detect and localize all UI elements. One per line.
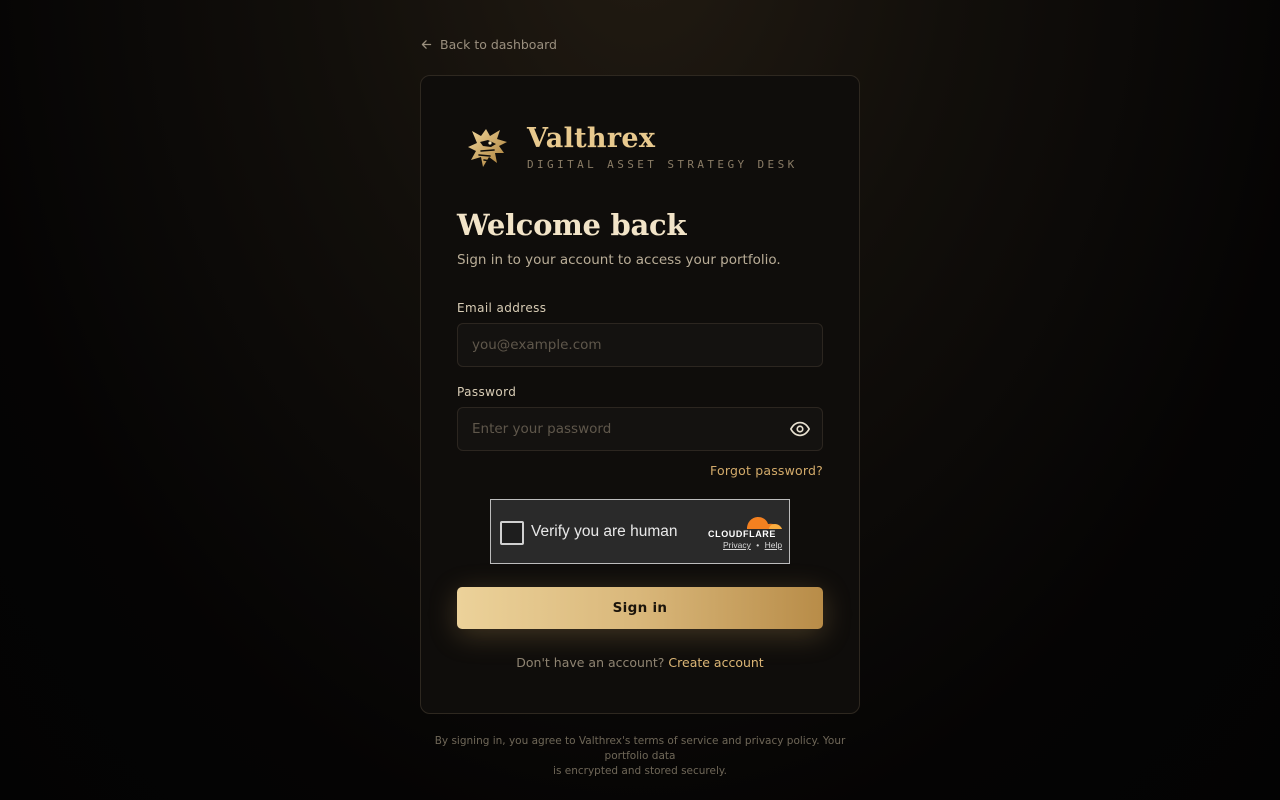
- brand-name: Valthrex: [527, 123, 656, 154]
- password-label: Password: [457, 385, 517, 399]
- sign-in-button[interactable]: Sign in: [457, 587, 823, 629]
- forgot-password-link[interactable]: Forgot password?: [710, 463, 823, 478]
- login-card: Valthrex DIGITAL ASSET STRATEGY DESK Wel…: [420, 75, 860, 714]
- signup-prompt: Don't have an account? Create account: [421, 655, 859, 670]
- captcha-label: Verify you are human: [531, 523, 678, 540]
- legal-line-2: is encrypted and stored securely.: [553, 765, 727, 777]
- brand-tagline: DIGITAL ASSET STRATEGY DESK: [527, 158, 798, 171]
- page-subtitle: Sign in to your account to access your p…: [457, 252, 781, 268]
- eye-icon[interactable]: [789, 420, 811, 438]
- captcha-links: Privacy • Help: [723, 540, 782, 550]
- create-account-link[interactable]: Create account: [668, 655, 763, 670]
- captcha-privacy-link[interactable]: Privacy: [723, 540, 751, 550]
- email-label: Email address: [457, 301, 547, 315]
- email-field[interactable]: [457, 323, 823, 367]
- legal-line-1: By signing in, you agree to Valthrex's t…: [434, 735, 846, 762]
- brand: Valthrex DIGITAL ASSET STRATEGY DESK: [466, 124, 798, 171]
- captcha-checkbox[interactable]: [500, 521, 524, 545]
- arrow-left-icon: [421, 40, 432, 49]
- back-link-label: Back to dashboard: [440, 37, 557, 52]
- captcha-help-link[interactable]: Help: [765, 540, 782, 550]
- captcha-link-separator: •: [756, 540, 760, 550]
- legal-notice: By signing in, you agree to Valthrex's t…: [420, 734, 860, 779]
- back-to-dashboard-link[interactable]: Back to dashboard: [420, 37, 557, 52]
- signup-prompt-text: Don't have an account?: [516, 655, 665, 670]
- password-field[interactable]: [457, 407, 823, 451]
- cloudflare-wordmark: CLOUDFLARE: [708, 529, 776, 539]
- captcha-widget: Verify you are human CLOUDFLARE Privacy …: [490, 499, 790, 564]
- page-title: Welcome back: [457, 208, 687, 242]
- dragon-head-icon: [468, 128, 507, 167]
